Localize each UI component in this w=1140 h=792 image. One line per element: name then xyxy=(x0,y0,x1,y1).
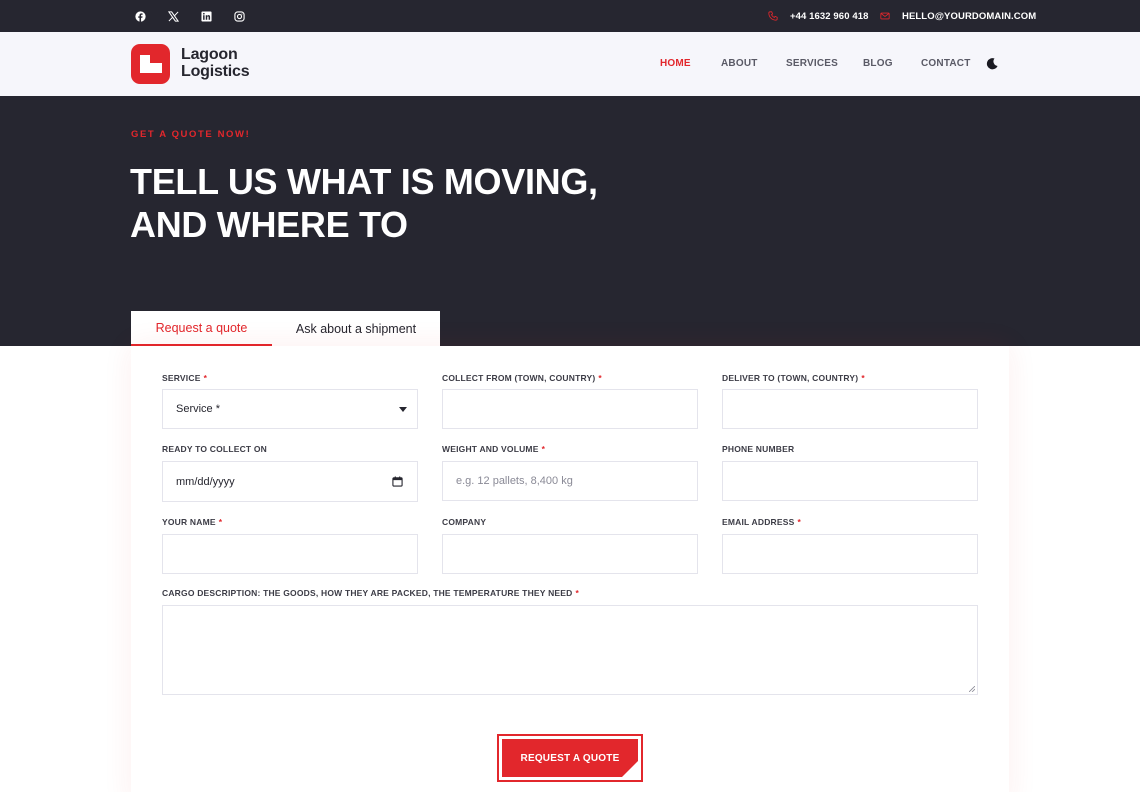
x-icon[interactable] xyxy=(166,9,180,23)
form-tabs: Request a quote Ask about a shipment xyxy=(131,311,440,347)
cargo-description-textarea[interactable] xyxy=(162,605,978,695)
instagram-icon[interactable] xyxy=(232,9,246,23)
ready-date-input[interactable]: mm/dd/yyyy xyxy=(162,461,418,502)
nav-about[interactable]: ABOUT xyxy=(721,58,758,69)
company-input[interactable] xyxy=(442,534,698,574)
collect-label: COLLECT FROM (TOWN, COUNTRY) * xyxy=(442,373,602,383)
phone-icon xyxy=(768,11,778,21)
phone-contact[interactable]: +44 1632 960 418 xyxy=(768,8,868,24)
site-header: Lagoon Logistics HOME ABOUT SERVICES BLO… xyxy=(0,32,1140,96)
deliver-to-input[interactable] xyxy=(722,389,978,429)
linkedin-icon[interactable] xyxy=(199,9,213,23)
hero-eyebrow: GET A QUOTE NOW! xyxy=(131,129,251,140)
corner-accent xyxy=(622,761,638,777)
email-address: HELLO@YOURDOMAIN.COM xyxy=(902,10,1037,22)
phone-number: +44 1632 960 418 xyxy=(790,10,869,22)
phone-label: PHONE NUMBER xyxy=(722,444,795,454)
nav-blog[interactable]: BLOG xyxy=(863,58,893,69)
calendar-icon[interactable] xyxy=(392,476,403,487)
nav-contact[interactable]: CONTACT xyxy=(921,58,971,69)
hero-section: GET A QUOTE NOW! TELL US WHAT IS MOVING,… xyxy=(0,96,1140,346)
top-bar: +44 1632 960 418 HELLO@YOURDOMAIN.COM xyxy=(0,0,1140,32)
tab-request-quote[interactable]: Request a quote xyxy=(131,311,272,347)
tab-ask-shipment[interactable]: Ask about a shipment xyxy=(272,311,440,347)
service-select[interactable]: Service * xyxy=(162,389,418,429)
email-label: EMAIL ADDRESS * xyxy=(722,517,802,527)
email-contact[interactable]: HELLO@YOURDOMAIN.COM xyxy=(880,8,1036,24)
deliver-label: DELIVER TO (TOWN, COUNTRY) * xyxy=(722,373,865,383)
moon-icon[interactable] xyxy=(985,57,999,71)
mail-icon xyxy=(880,12,890,20)
cargo-label: CARGO DESCRIPTION: THE GOODS, HOW THEY A… xyxy=(162,588,579,598)
nav-home[interactable]: HOME xyxy=(660,58,691,69)
resize-grip-icon[interactable] xyxy=(969,686,975,692)
name-input[interactable] xyxy=(162,534,418,574)
ready-label: READY TO COLLECT ON xyxy=(162,444,268,454)
company-label: COMPANY xyxy=(442,517,487,527)
weight-label: WEIGHT AND VOLUME * xyxy=(442,444,546,454)
weight-volume-input[interactable]: e.g. 12 pallets, 8,400 kg xyxy=(442,461,698,501)
facebook-icon[interactable] xyxy=(133,9,147,23)
service-label: SERVICE * xyxy=(162,373,208,383)
phone-input[interactable] xyxy=(722,461,978,501)
collect-from-input[interactable] xyxy=(442,389,698,429)
logo-icon[interactable] xyxy=(131,44,170,84)
quote-form: SERVICE * Service * COLLECT FROM (TOWN, C… xyxy=(131,346,1009,792)
nav-services[interactable]: SERVICES xyxy=(786,58,838,69)
email-input[interactable] xyxy=(722,534,978,574)
caret-down-icon xyxy=(399,407,407,412)
name-label: YOUR NAME * xyxy=(162,517,223,527)
brand-name[interactable]: Lagoon Logistics xyxy=(181,46,250,80)
hero-title: TELL US WHAT IS MOVING, AND WHERE TO xyxy=(130,161,598,245)
request-quote-button[interactable]: REQUEST A QUOTE xyxy=(497,734,643,782)
